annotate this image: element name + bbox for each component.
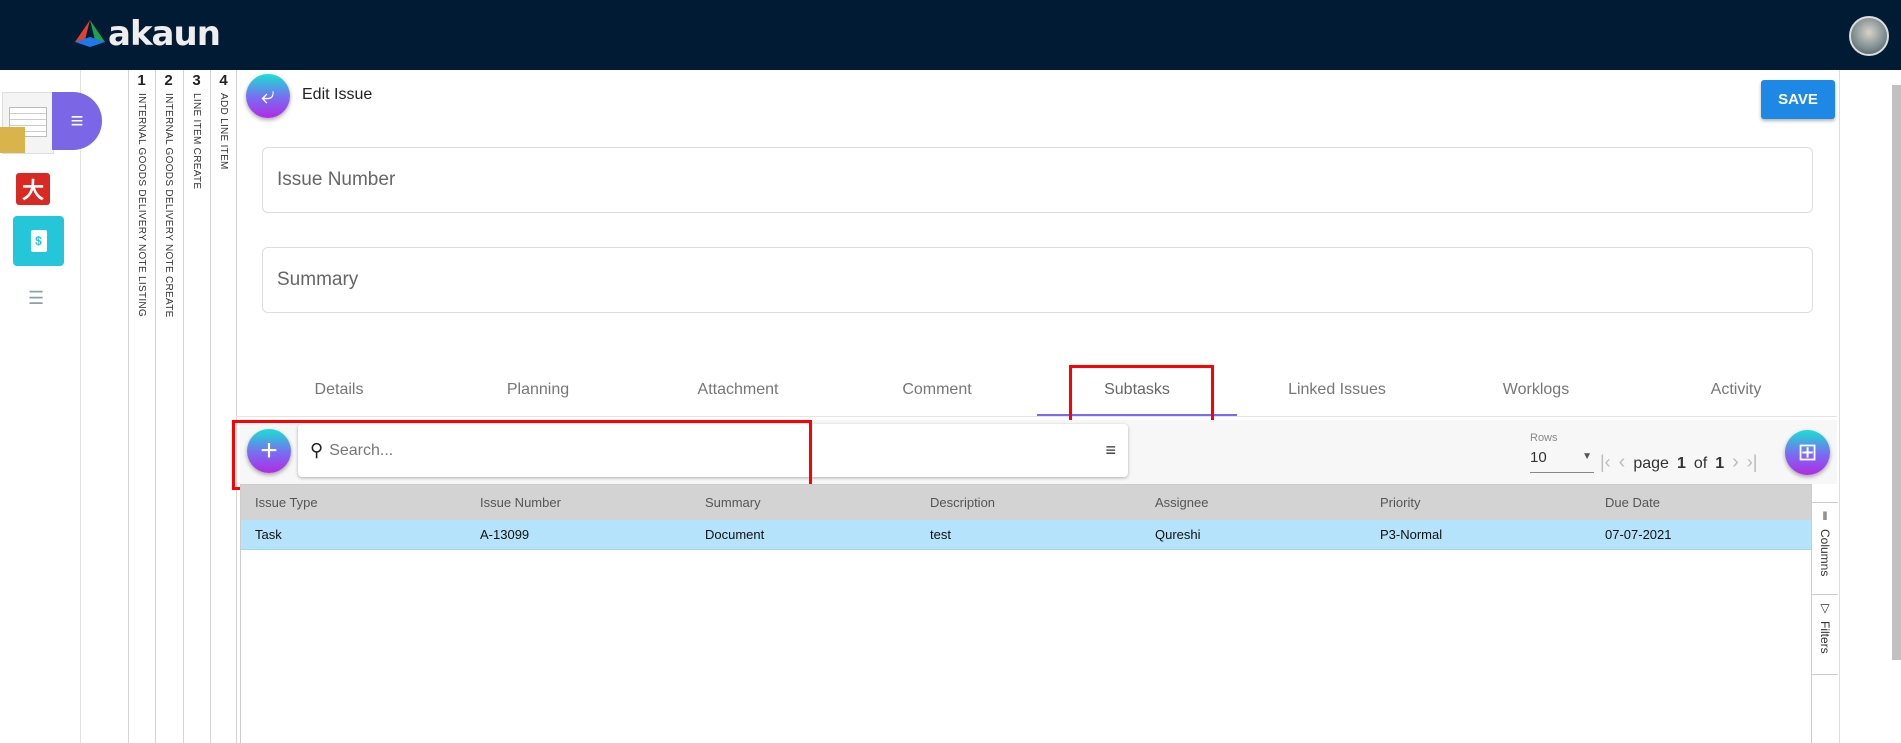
logo-text[interactable]: akaun <box>108 14 221 54</box>
next-page-icon[interactable]: › <box>1732 451 1739 474</box>
pdf-app-icon[interactable]: 大 <box>16 173 50 205</box>
akaun-logo-icon <box>75 20 105 47</box>
menu-collapse-icon[interactable]: ≡ <box>52 92 102 150</box>
filter-funnel-icon: ▽ <box>1820 601 1830 615</box>
column-header[interactable]: Description <box>930 485 995 520</box>
filter-icon[interactable]: ≡ <box>1105 440 1116 461</box>
tab-linked-issues[interactable]: Linked Issues <box>1237 381 1437 399</box>
user-avatar[interactable] <box>1849 16 1889 56</box>
tab-attachment[interactable]: Attachment <box>638 381 838 399</box>
top-header: akaun <box>0 0 1901 70</box>
tab-comment[interactable]: Comment <box>837 381 1037 399</box>
column-header[interactable]: Issue Number <box>480 485 561 520</box>
prev-page-icon[interactable]: ‹ <box>1619 451 1626 474</box>
highlight-box-search <box>232 420 812 490</box>
rows-label: Rows <box>1530 432 1558 444</box>
grid-icon: ⊞ <box>1797 439 1818 466</box>
app-sidebar: ≡ 大 $ ☰ <box>0 70 102 743</box>
column-header[interactable]: Due Date <box>1605 485 1660 520</box>
last-page-icon[interactable]: ›| <box>1747 452 1758 473</box>
column-header[interactable]: Issue Type <box>255 485 318 520</box>
table-row[interactable]: Task A-13099 Document test Qureshi P3-No… <box>241 520 1812 550</box>
first-page-icon[interactable]: |‹ <box>1600 452 1611 473</box>
subtasks-table: Issue Type Issue Number Summary Descript… <box>240 484 1837 743</box>
back-arrow-icon: ⤶ <box>261 82 275 109</box>
summary-field[interactable]: Summary <box>262 247 1813 313</box>
column-header[interactable]: Summary <box>705 485 761 520</box>
invoice-app-icon[interactable]: $ <box>13 216 64 266</box>
vertical-tab-1[interactable]: 1 INTERNAL GOODS DELIVERY NOTE LISTING <box>128 72 155 372</box>
columns-panel-button[interactable]: ‖ Columns <box>1812 502 1838 595</box>
chevron-down-icon: ▼ <box>1582 451 1592 462</box>
tab-planning[interactable]: Planning <box>438 381 638 399</box>
vertical-tab-3[interactable]: 3 LINE ITEM CREATE <box>183 72 210 372</box>
issue-number-field[interactable]: Issue Number <box>262 147 1813 213</box>
rows-select[interactable]: 10 ▼ <box>1530 449 1594 473</box>
page-scrollbar[interactable] <box>1892 85 1901 660</box>
tab-activity[interactable]: Activity <box>1636 381 1836 399</box>
page-title: Edit Issue <box>302 86 373 103</box>
pagination: |‹ ‹ page 1 of 1 › ›| <box>1600 451 1758 474</box>
filters-panel-button[interactable]: ▽ Filters <box>1812 595 1838 675</box>
table-header: Issue Type Issue Number Summary Descript… <box>241 485 1812 520</box>
grid-side-panel: ‖ Columns ▽ Filters <box>1811 484 1838 743</box>
delivery-note-app-icon[interactable] <box>0 92 54 154</box>
column-header[interactable]: Assignee <box>1155 485 1208 520</box>
vertical-tab-4[interactable]: 4 ADD LINE ITEM <box>210 72 237 372</box>
back-button[interactable]: ⤶ <box>246 74 290 118</box>
vertical-tab-2[interactable]: 2 INTERNAL GOODS DELIVERY NOTE CREATE <box>155 72 182 372</box>
tab-worklogs[interactable]: Worklogs <box>1436 381 1636 399</box>
list-icon[interactable]: ☰ <box>28 288 44 309</box>
column-header[interactable]: Priority <box>1380 485 1420 520</box>
tab-details[interactable]: Details <box>239 381 439 399</box>
save-button[interactable]: SAVE <box>1761 80 1835 119</box>
grid-view-button[interactable]: ⊞ <box>1785 430 1830 475</box>
columns-icon: ‖ <box>1822 509 1828 523</box>
